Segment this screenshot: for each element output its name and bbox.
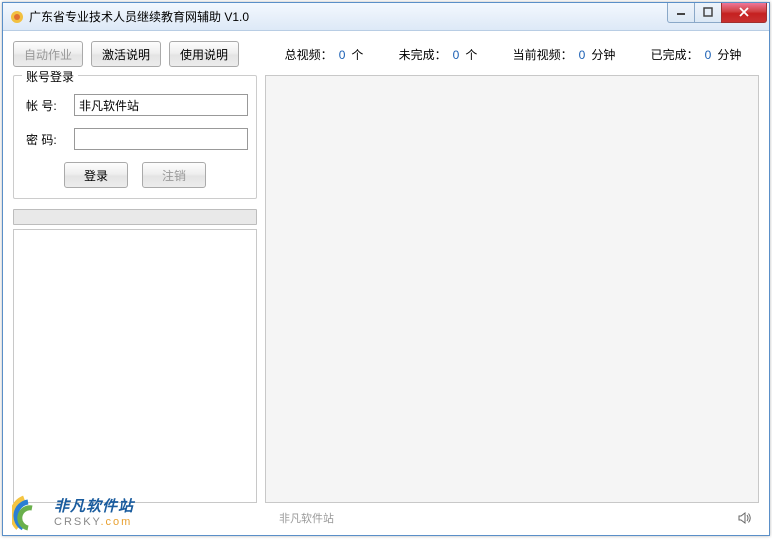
activate-help-button[interactable]: 激活说明 (91, 41, 161, 67)
stat-incomplete: 未完成：0个 (399, 46, 478, 63)
app-icon (9, 9, 25, 25)
window-controls (668, 3, 769, 23)
main-panel[interactable] (265, 75, 759, 503)
login-groupbox: 账号登录 帐 号: 密 码: 登录 注销 (13, 75, 257, 199)
main-window: 广东省专业技术人员继续教育网辅助 V1.0 自动作业 激活说明 使用说明 总视频… (2, 2, 770, 536)
progress-bar (13, 209, 257, 225)
usage-help-button[interactable]: 使用说明 (169, 41, 239, 67)
stat-current-video: 当前视频：0分钟 (513, 46, 616, 63)
maximize-button[interactable] (694, 3, 722, 23)
speaker-icon[interactable] (737, 510, 753, 526)
logout-button[interactable]: 注销 (142, 162, 206, 188)
minimize-button[interactable] (667, 3, 695, 23)
left-column: 账号登录 帐 号: 密 码: 登录 注销 (13, 75, 257, 503)
password-input[interactable] (74, 128, 248, 150)
login-button[interactable]: 登录 (64, 162, 128, 188)
window-title: 广东省专业技术人员继续教育网辅助 V1.0 (29, 8, 668, 25)
auto-job-button[interactable]: 自动作业 (13, 41, 83, 67)
stat-completed: 已完成：0分钟 (651, 46, 742, 63)
tree-panel[interactable] (13, 229, 257, 503)
close-button[interactable] (721, 3, 767, 23)
login-legend: 账号登录 (22, 68, 78, 85)
content-area: 自动作业 激活说明 使用说明 总视频：0个 未完成：0个 当前视频：0分钟 已完… (3, 31, 769, 535)
login-button-row: 登录 注销 (22, 162, 248, 188)
toolbar-buttons: 自动作业 激活说明 使用说明 (13, 41, 239, 67)
status-text: 非凡软件站 (19, 510, 334, 526)
mid-row: 账号登录 帐 号: 密 码: 登录 注销 (13, 75, 759, 503)
password-row: 密 码: (26, 128, 248, 150)
account-input[interactable] (74, 94, 248, 116)
top-row: 自动作业 激活说明 使用说明 总视频：0个 未完成：0个 当前视频：0分钟 已完… (13, 39, 759, 69)
titlebar[interactable]: 广东省专业技术人员继续教育网辅助 V1.0 (3, 3, 769, 31)
right-column (265, 75, 759, 503)
account-label: 帐 号: (26, 97, 74, 114)
stats-bar: 总视频：0个 未完成：0个 当前视频：0分钟 已完成：0分钟 (247, 46, 759, 63)
password-label: 密 码: (26, 131, 74, 148)
statusbar: 非凡软件站 (13, 507, 759, 529)
stat-total-video: 总视频：0个 (285, 46, 364, 63)
account-row: 帐 号: (26, 94, 248, 116)
